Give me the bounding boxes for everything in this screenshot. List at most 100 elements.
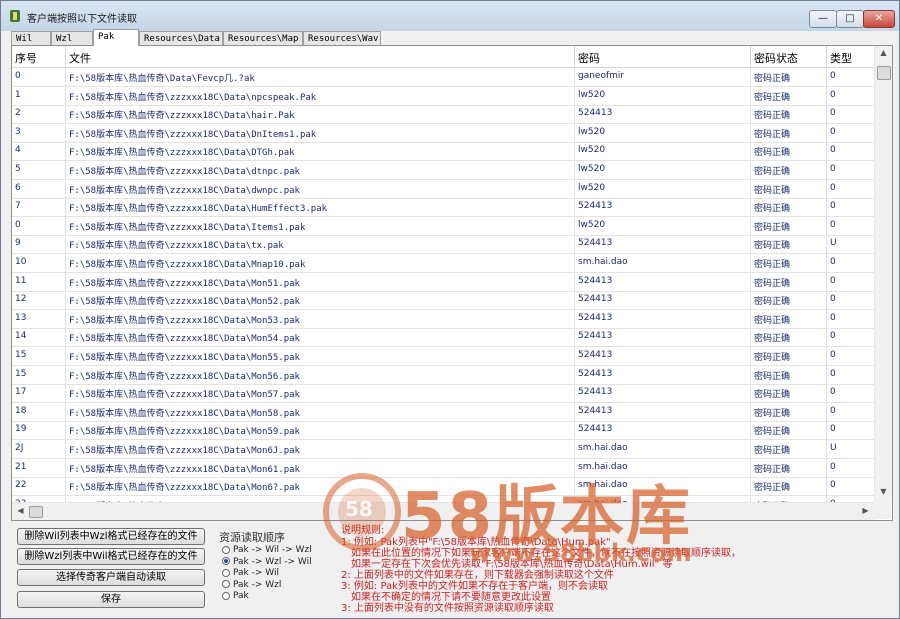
delete-wil-duplicates-button[interactable]: 删除Wil列表中Wzl格式已经存在的文件: [17, 528, 205, 545]
scroll-left-icon[interactable]: ◀: [12, 506, 29, 515]
pak-file-table[interactable]: 序号 文件 密码 密码状态 类型 0 F:\58版本库\热血传奇\Data\Fev…: [12, 46, 874, 502]
table-row[interactable]: 7 F:\58版本库\热血传奇\zzzxxx18C\Data\HumEffect3…: [12, 198, 874, 218]
table-row[interactable]: 14 F:\58版本库\热血传奇\zzzxxx18C\Data\Mon54.pak…: [12, 328, 874, 348]
header-file[interactable]: 文件: [69, 50, 91, 66]
tab-resources-data[interactable]: Resources\Data: [139, 31, 223, 45]
table-row[interactable]: 5 F:\58版本库\热血传奇\zzzxxx18C\Data\dtnpc.pak l…: [12, 161, 874, 180]
cell-file: F:\58版本库\热血传奇\zzzxxx18C\Data\Mon57.pak: [69, 390, 300, 401]
app-icon: [10, 10, 20, 22]
cell-index: 1: [15, 89, 21, 100]
table-row[interactable]: 0 F:\58版本库\热血传奇\Data\Fevcp几.?ak ganeofmir 密…: [12, 68, 874, 87]
scroll-down-icon[interactable]: ▼: [875, 487, 892, 496]
header-type[interactable]: 类型: [830, 50, 852, 66]
header-separator[interactable]: [826, 46, 827, 67]
tab-wil[interactable]: Wil: [11, 31, 51, 45]
scroll-up-icon[interactable]: ▲: [875, 48, 892, 57]
table-row[interactable]: 3 F:\58版本库\热血传奇\zzzxxx18C\Data\DnItems1.p…: [12, 124, 874, 143]
table-row[interactable]: 12 F:\58版本库\热血传奇\zzzxxx18C\Data\Mon52.pak…: [12, 291, 874, 311]
close-button[interactable]: ✕: [863, 10, 895, 28]
cell-file: F:\58版本库\热血传奇\zzzxxx18C\Data\Mon59.pak: [69, 427, 300, 438]
scroll-right-icon[interactable]: ▶: [857, 506, 874, 515]
cell-index: 4: [15, 145, 21, 156]
header-index[interactable]: 序号: [15, 50, 37, 66]
header-status[interactable]: 密码状态: [754, 50, 798, 66]
cell-index: 22: [15, 480, 27, 491]
header-password[interactable]: 密码: [578, 50, 600, 66]
vertical-scrollbar[interactable]: ▲ ▼: [874, 46, 892, 502]
radio-dot-icon[interactable]: [222, 591, 230, 600]
table-row[interactable]: 17 F:\58版本库\热血传奇\zzzxxx18C\Data\Mon57.pak…: [12, 384, 874, 404]
header-separator[interactable]: [574, 46, 575, 67]
cell-password: 524413: [578, 312, 613, 323]
table-row[interactable]: 18 F:\58版本库\热血传奇\zzzxxx18C\Data\Mon58.pak…: [12, 403, 874, 422]
radio-dot-icon[interactable]: [222, 557, 230, 565]
cell-password: 524413: [578, 238, 613, 249]
cell-status: 密码正确: [754, 241, 791, 252]
cell-type: 0: [830, 145, 836, 156]
table-row[interactable]: 22 F:\58版本库\热血传奇\zzzxxx18C\Data\Mon6?.pak…: [12, 477, 874, 497]
tab-wzl[interactable]: Wzl: [51, 31, 93, 45]
read-order-radio[interactable]: Pak -> Wil: [222, 568, 279, 578]
cell-password: 524413: [578, 331, 613, 342]
tab-resources-wav[interactable]: Resources\Wav: [303, 31, 381, 45]
cell-password: 524413: [578, 108, 613, 119]
horizontal-scroll-thumb[interactable]: [29, 506, 43, 518]
table-row[interactable]: 2 F:\58版本库\热血传奇\zzzxxx18C\Data\hair.Pak 52…: [12, 105, 874, 125]
read-order-radio[interactable]: Pak -> Wzl: [222, 580, 281, 590]
table-row[interactable]: 9 F:\58版本库\热血传奇\zzzxxx18C\Data\tx.pak 5244…: [12, 235, 874, 255]
maximize-button[interactable]: □: [836, 10, 864, 28]
pak-list-panel: 序号 文件 密码 密码状态 类型 0 F:\58版本库\热血传奇\Data\Fev…: [11, 45, 893, 521]
cell-index: 21: [15, 461, 27, 472]
vertical-scroll-thumb[interactable]: [877, 66, 891, 80]
cell-password: 524413: [578, 368, 613, 379]
note-line: 3: 上面列表中没有的文件按照资源读取顺序读取: [341, 603, 554, 614]
cell-type: 0: [830, 331, 836, 342]
save-button[interactable]: 保存: [17, 591, 205, 608]
read-order-radio-label: Pak -> Wzl -> Wil: [233, 556, 312, 567]
header-separator[interactable]: [750, 46, 751, 67]
tab-pak[interactable]: Pak: [93, 29, 139, 46]
read-order-radio[interactable]: Pak -> Wzl -> Wil: [222, 557, 312, 567]
cell-index: 17: [15, 387, 27, 398]
radio-dot-icon[interactable]: [222, 580, 230, 588]
cell-type: 0: [830, 405, 836, 416]
cell-file: F:\58版本库\热血传奇\zzzxxx18C\Data\Mnap10.pak: [69, 260, 306, 270]
radio-dot-icon[interactable]: [222, 568, 230, 577]
cell-index: 15: [15, 350, 27, 360]
cell-index: 3: [15, 126, 21, 137]
cell-file: F:\58版本库\热血传奇\zzzxxx18C\Data\DnItems1.pa…: [69, 129, 317, 140]
scroll-corner: [874, 502, 891, 519]
cell-status: 密码正确: [754, 315, 791, 326]
cell-password: sm.hai.dao: [578, 480, 628, 491]
auto-select-client-button[interactable]: 选择传奇客户端自动读取: [17, 569, 205, 586]
tab-resources-map[interactable]: Resources\Map: [223, 31, 303, 45]
rules-notes: 说明规则: 1: 例如: Pak列表中"F:\58版本库\热血传奇\Data\H…: [341, 521, 801, 614]
cell-password: 524413: [578, 387, 613, 398]
table-row[interactable]: 10 F:\58版本库\热血传奇\zzzxxx18C\Data\Mnap10.pa…: [12, 254, 874, 273]
table-row[interactable]: 11 F:\58版本库\热血传奇\zzzxxx18C\Data\Mon51.pak…: [12, 273, 874, 292]
radio-dot-icon[interactable]: [222, 545, 230, 554]
cell-file: F:\58版本库\热血传奇\zzzxxx18C\Data\Mon58.pak: [69, 408, 300, 419]
table-row[interactable]: 13 F:\58版本库\热血传奇\zzzxxx18C\Data\Mon53.pak…: [12, 310, 874, 329]
delete-wzl-duplicates-button[interactable]: 删除Wzl列表中Wil格式已经存在的文件: [17, 548, 205, 565]
table-row[interactable]: 15 F:\58版本库\热血传奇\zzzxxx18C\Data\Mon55.pak…: [12, 347, 874, 366]
cell-status: 密码正确: [754, 185, 791, 196]
table-row[interactable]: 0 F:\58版本库\热血传奇\zzzxxx18C\Data\Items1.pak…: [12, 217, 874, 236]
table-row[interactable]: 19 F:\58版本库\热血传奇\zzzxxx18C\Data\Mon59.pak…: [12, 421, 874, 441]
read-order-radio[interactable]: Pak -> Wil -> Wzl: [222, 545, 312, 555]
cell-status: 密码正确: [754, 148, 791, 159]
minimize-button[interactable]: —: [809, 10, 837, 28]
cell-type: 0: [830, 312, 836, 323]
cell-password: lw520: [578, 164, 606, 174]
table-row[interactable]: 15 F:\58版本库\热血传奇\zzzxxx18C\Data\Mon56.pak…: [12, 366, 874, 385]
table-row[interactable]: 1 F:\58版本库\热血传奇\zzzxxx18C\Data\npcspeak.P…: [12, 87, 874, 106]
table-row[interactable]: 21 F:\58版本库\热血传奇\zzzxxx18C\Data\Mon61.pak…: [12, 459, 874, 478]
cell-file: F:\58版本库\热血传奇\zzzxxx18C\Data\dwnpc.pak: [69, 185, 300, 196]
table-row[interactable]: 4 F:\58版本库\热血传奇\zzzxxx18C\Data\DTGh.pak lw…: [12, 142, 874, 162]
horizontal-scrollbar[interactable]: ◀ ▶: [12, 502, 874, 520]
read-order-radio[interactable]: Pak: [222, 591, 249, 601]
header-separator[interactable]: [65, 46, 66, 67]
table-row[interactable]: 2J F:\58版本库\热血传奇\zzzxxx18C\Data\Mon6J.pak…: [12, 440, 874, 459]
cell-file: F:\58版本库\热血传奇\zzzxxx18C\Data\Mon56.pak: [69, 371, 300, 382]
table-row[interactable]: 6 F:\58版本库\热血传奇\zzzxxx18C\Data\dwnpc.pak l…: [12, 180, 874, 199]
